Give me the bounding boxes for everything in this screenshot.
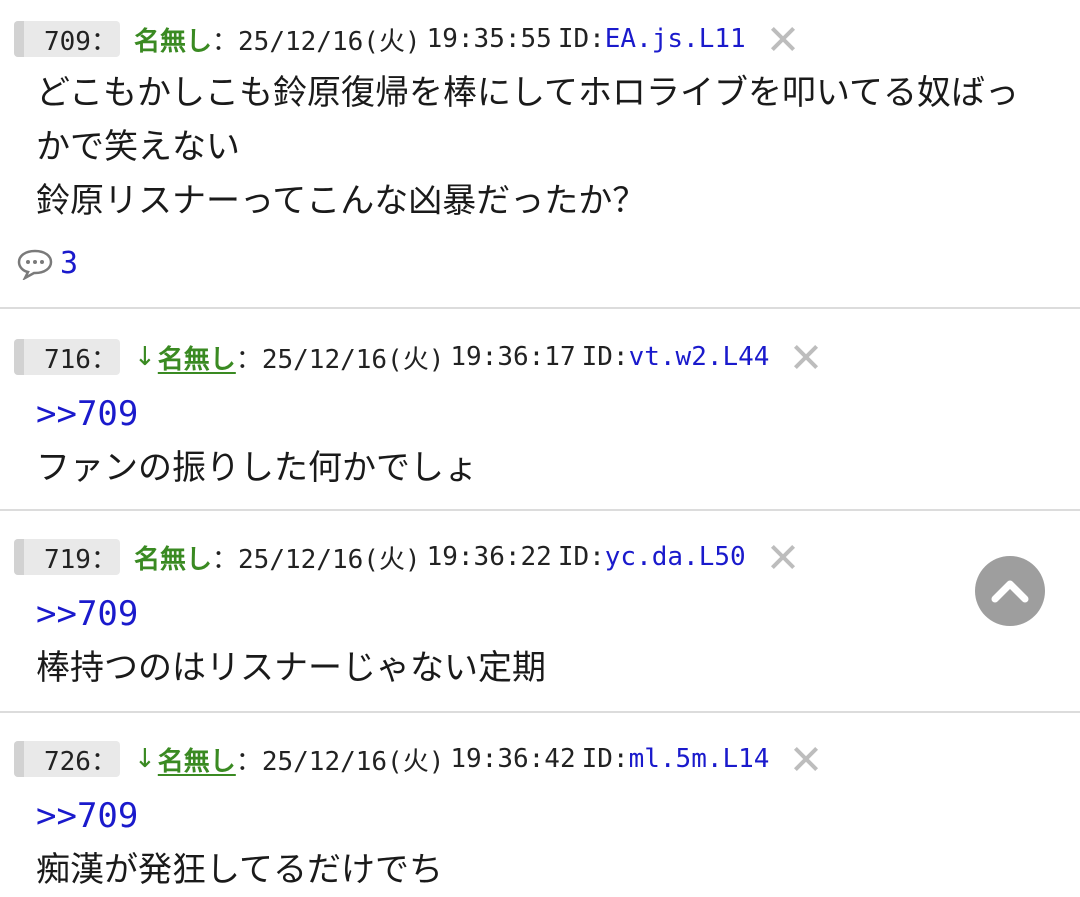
anchor-link[interactable]: >>709 [36,587,546,641]
post-719: 719： 名無し ： 25/12/16(火) 19:36:22 ID: yc.d… [0,509,1080,713]
poster-name: 名無し [134,544,213,575]
close-icon[interactable] [793,746,819,772]
poster-name: 名無し [134,26,213,57]
post-line: 棒持つのはリスナーじゃない定期 [36,648,546,688]
post-number[interactable]: 709： [14,21,120,57]
post-line: どこもかしこも鈴原復帰を棒にしてホロライブを叩いてる奴ばっ [36,73,1019,113]
post-line: かで笑えない [36,127,240,167]
anchor-link[interactable]: >>709 [36,387,478,441]
id-label: ID: [581,744,629,774]
poster-name[interactable]: 名無し [158,741,236,778]
post-body: どこもかしこも鈴原復帰を棒にしてホロライブを叩いてる奴ばっ かで笑えない 鈴原リ… [36,66,1019,228]
post-body: >>709 痴漢が発狂してるだけでち [36,789,443,897]
post-709: 709： 名無し ： 25/12/16(火) 19:35:55 ID: EA.j… [0,0,1080,309]
close-icon[interactable] [770,26,796,52]
post-number[interactable]: 719： [14,539,120,575]
post-time: 19:36:17 [450,342,576,372]
id-label: ID: [557,542,605,572]
post-body: >>709 ファンの振りした何かでしょ [36,387,478,495]
post-726: 726： ↓ 名無し ： 25/12/16(火) 19:36:42 ID: ml… [0,711,1080,896]
post-body: >>709 棒持つのはリスナーじゃない定期 [36,587,546,695]
post-line: ファンの振りした何かでしょ [36,448,478,488]
post-number[interactable]: 716： [14,339,120,375]
post-time: 19:35:55 [426,24,552,54]
post-time: 19:36:42 [450,744,576,774]
name-separator: ： [235,746,262,777]
close-icon[interactable] [770,544,796,570]
chevron-up-icon [991,580,1029,603]
poster-id[interactable]: yc.da.L50 [605,542,746,572]
id-label: ID: [581,342,629,372]
post-time: 19:36:22 [426,542,552,572]
close-icon[interactable] [793,344,819,370]
poster-id[interactable]: ml.5m.L14 [629,744,770,774]
scroll-to-top-button[interactable] [975,556,1045,626]
post-date: 25/12/16(火) [261,344,445,375]
reply-count: 3 [60,246,79,281]
post-line: 鈴原リスナーってこんな凶暴だったか？ [36,181,647,221]
post-716: 716： ↓ 名無し ： 25/12/16(火) 19:36:17 ID: vt… [0,307,1080,511]
post-date: 25/12/16(火) [261,746,445,777]
comment-bubble-icon [17,249,53,280]
reply-count-link[interactable]: 3 [16,246,78,281]
name-separator: ： [212,544,239,575]
post-line: 痴漢が発狂してるだけでち [36,850,443,890]
post-number[interactable]: 726： [14,741,120,777]
poster-name[interactable]: 名無し [158,339,236,376]
name-separator: ： [235,344,262,375]
anchor-link[interactable]: >>709 [36,789,443,843]
reply-arrow: ↓ [134,342,156,372]
reply-arrow: ↓ [134,744,156,774]
id-label: ID: [557,24,605,54]
name-separator: ： [212,26,239,57]
post-header: 709： 名無し ： 25/12/16(火) 19:35:55 ID: EA.j… [14,21,796,57]
post-header: 716： ↓ 名無し ： 25/12/16(火) 19:36:17 ID: vt… [14,339,819,376]
poster-id[interactable]: vt.w2.L44 [629,342,770,372]
post-header: 719： 名無し ： 25/12/16(火) 19:36:22 ID: yc.d… [14,539,796,575]
post-date: 25/12/16(火) [238,544,421,575]
post-header: 726： ↓ 名無し ： 25/12/16(火) 19:36:42 ID: ml… [14,741,819,778]
post-date: 25/12/16(火) [238,26,421,57]
poster-id[interactable]: EA.js.L11 [605,24,746,54]
